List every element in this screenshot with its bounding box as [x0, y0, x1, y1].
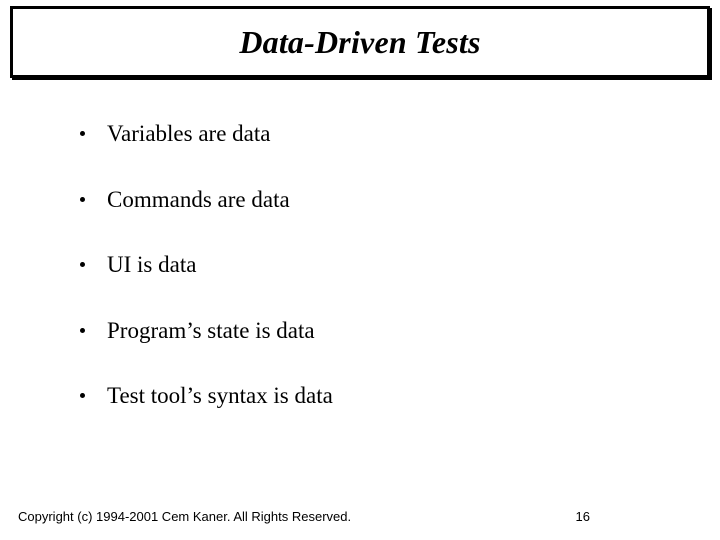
bullet-text: Test tool’s syntax is data [107, 382, 333, 410]
bullet-text: UI is data [107, 251, 196, 279]
page-number: 16 [576, 509, 590, 524]
list-item: Variables are data [80, 120, 660, 148]
footer: Copyright (c) 1994-2001 Cem Kaner. All R… [18, 509, 702, 524]
bullet-icon [80, 393, 85, 398]
copyright-text: Copyright (c) 1994-2001 Cem Kaner. All R… [18, 509, 351, 524]
bullet-text: Program’s state is data [107, 317, 315, 345]
list-item: Commands are data [80, 186, 660, 214]
bullet-text: Variables are data [107, 120, 270, 148]
list-item: Test tool’s syntax is data [80, 382, 660, 410]
slide: Data-Driven Tests Variables are data Com… [0, 0, 720, 540]
bullet-icon [80, 328, 85, 333]
bullet-icon [80, 197, 85, 202]
bullet-icon [80, 262, 85, 267]
bullet-icon [80, 131, 85, 136]
list-item: Program’s state is data [80, 317, 660, 345]
bullet-text: Commands are data [107, 186, 290, 214]
title-container: Data-Driven Tests [10, 6, 710, 78]
list-item: UI is data [80, 251, 660, 279]
slide-title: Data-Driven Tests [239, 24, 480, 61]
bullet-list: Variables are data Commands are data UI … [80, 120, 660, 448]
